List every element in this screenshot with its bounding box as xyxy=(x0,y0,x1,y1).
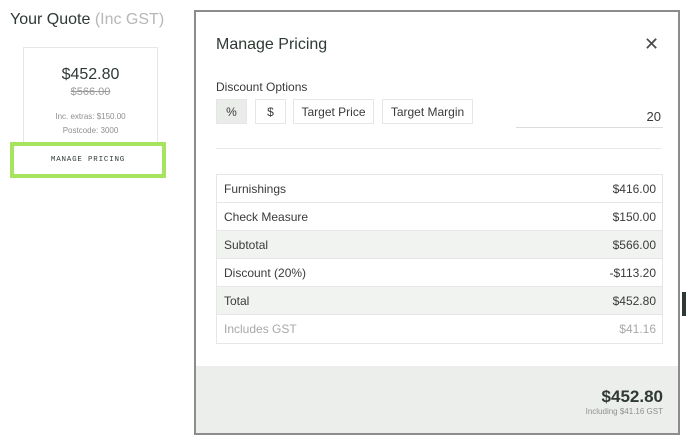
table-row: Total $452.80 xyxy=(217,287,662,315)
table-row: Includes GST $41.16 xyxy=(217,315,662,343)
divider xyxy=(216,148,662,149)
discount-value-input[interactable] xyxy=(516,105,663,128)
quote-title-text: Your Quote xyxy=(10,11,91,28)
row-value: $566.00 xyxy=(612,237,656,252)
table-row: Furnishings $416.00 xyxy=(217,175,662,203)
row-label: Furnishings xyxy=(224,181,287,196)
scrollbar-fragment xyxy=(682,292,686,316)
table-row: Check Measure $150.00 xyxy=(217,203,662,231)
row-label: Includes GST xyxy=(224,322,297,336)
row-label: Check Measure xyxy=(224,209,309,224)
footer-gst-note: Including $41.16 GST xyxy=(585,407,663,416)
discount-options-label: Discount Options xyxy=(216,80,308,94)
row-value: $41.16 xyxy=(619,322,656,336)
close-icon[interactable]: ✕ xyxy=(644,35,659,53)
discount-option-target-price[interactable]: Target Price xyxy=(293,99,374,124)
quote-card: $452.80 $566.00 Inc. extras: $150.00 Pos… xyxy=(23,47,158,146)
row-label: Total xyxy=(224,293,250,308)
quote-extras: Inc. extras: $150.00 xyxy=(55,112,126,121)
price-breakdown-table: Furnishings $416.00 Check Measure $150.0… xyxy=(216,174,663,344)
quote-title: Your Quote (Inc GST) xyxy=(10,11,164,29)
discount-option-dollar[interactable]: $ xyxy=(255,99,286,124)
quote-postcode: Postcode: 3000 xyxy=(62,126,119,135)
row-value: $150.00 xyxy=(612,209,656,224)
row-value: -$113.20 xyxy=(609,265,656,280)
quote-price: $452.80 xyxy=(61,66,120,83)
table-row: Subtotal $566.00 xyxy=(217,231,662,259)
row-value: $452.80 xyxy=(612,293,656,308)
row-value: $416.00 xyxy=(612,181,656,196)
modal-footer: $452.80 Including $41.16 GST xyxy=(196,366,678,433)
row-label: Subtotal xyxy=(224,237,269,252)
discount-option-percent[interactable]: % xyxy=(216,99,247,124)
quote-old-price: $566.00 xyxy=(70,86,111,98)
discount-option-target-margin[interactable]: Target Margin xyxy=(382,99,473,124)
manage-pricing-button[interactable]: MANAGE PRICING xyxy=(10,142,166,178)
modal-title: Manage Pricing xyxy=(216,36,328,53)
footer-total: $452.80 xyxy=(601,387,663,406)
table-row: Discount (20%) -$113.20 xyxy=(217,259,662,287)
manage-pricing-modal: Manage Pricing ✕ Discount Options % $ Ta… xyxy=(194,10,680,435)
quote-title-suffix: (Inc GST) xyxy=(94,11,165,28)
row-label: Discount (20%) xyxy=(224,265,307,280)
